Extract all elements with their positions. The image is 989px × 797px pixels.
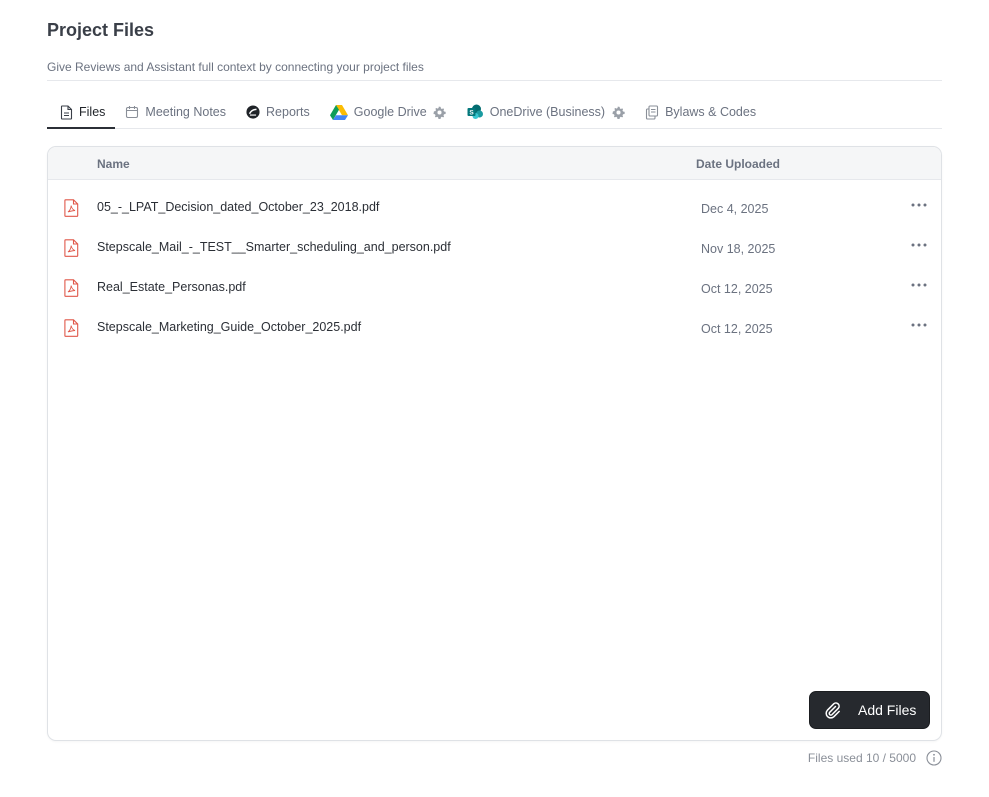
files-table: Name Date Uploaded 05_-_LPAT_Decision_da… bbox=[47, 146, 942, 741]
more-options-icon[interactable] bbox=[908, 277, 930, 293]
tab-reports[interactable]: Reports bbox=[236, 96, 320, 128]
table-row[interactable]: Real_Estate_Personas.pdf Oct 12, 2025 bbox=[48, 267, 941, 307]
tab-bylaws-codes[interactable]: Bylaws & Codes bbox=[635, 96, 766, 128]
tab-label: OneDrive (Business) bbox=[489, 105, 606, 119]
tab-label: Reports bbox=[266, 105, 310, 119]
add-files-button[interactable]: Add Files bbox=[809, 691, 930, 729]
column-header-date-uploaded[interactable]: Date Uploaded bbox=[696, 157, 780, 171]
paperclip-icon bbox=[823, 700, 843, 720]
pdf-icon bbox=[64, 319, 79, 337]
more-options-icon[interactable] bbox=[908, 237, 930, 253]
file-date: Oct 12, 2025 bbox=[701, 322, 773, 336]
usage-footer: Files used 10 / 5000 bbox=[700, 749, 942, 767]
tab-files[interactable]: Files bbox=[47, 96, 116, 129]
file-name[interactable]: Stepscale_Marketing_Guide_October_2025.p… bbox=[97, 320, 361, 334]
reports-icon bbox=[246, 105, 260, 119]
pdf-icon bbox=[64, 279, 79, 297]
tab-onedrive-business[interactable]: S OneDrive (Business) bbox=[457, 96, 635, 128]
tab-label: Bylaws & Codes bbox=[665, 105, 757, 119]
files-used-text: Files used 10 / 5000 bbox=[807, 751, 916, 765]
tab-label: Meeting Notes bbox=[145, 105, 227, 119]
add-files-label: Add Files bbox=[858, 702, 917, 718]
table-row[interactable]: Stepscale_Marketing_Guide_October_2025.p… bbox=[48, 307, 941, 347]
page-title: Project Files bbox=[47, 20, 155, 40]
pdf-icon bbox=[64, 199, 79, 217]
file-name[interactable]: Stepscale_Mail_-_TEST__Smarter_schedulin… bbox=[97, 240, 451, 254]
table-row[interactable]: Stepscale_Mail_-_TEST__Smarter_schedulin… bbox=[48, 227, 941, 267]
tab-bar: Files Meeting Notes Reports Google Drive… bbox=[47, 96, 942, 129]
header-divider bbox=[47, 80, 942, 81]
file-date: Dec 4, 2025 bbox=[701, 202, 769, 216]
page-subtitle: Give Reviews and Assistant full context … bbox=[47, 60, 424, 74]
page-header: Project Files Give Reviews and Assistant… bbox=[47, 18, 942, 75]
svg-text:S: S bbox=[469, 110, 474, 117]
table-row[interactable]: 05_-_LPAT_Decision_dated_October_23_2018… bbox=[48, 187, 941, 227]
file-date: Nov 18, 2025 bbox=[701, 242, 776, 256]
column-header-name[interactable]: Name bbox=[97, 157, 130, 171]
pdf-icon bbox=[64, 239, 79, 257]
more-options-icon[interactable] bbox=[908, 317, 930, 333]
file-name[interactable]: Real_Estate_Personas.pdf bbox=[97, 280, 246, 294]
tab-google-drive[interactable]: Google Drive bbox=[320, 96, 457, 128]
tab-meeting-notes[interactable]: Meeting Notes bbox=[115, 96, 236, 128]
tab-label: Files bbox=[79, 105, 106, 119]
copy-icon bbox=[645, 104, 659, 120]
google-drive-icon bbox=[329, 105, 348, 120]
table-header: Name Date Uploaded bbox=[48, 147, 941, 180]
google-drive-settings-gear-icon[interactable] bbox=[433, 105, 447, 119]
file-date: Oct 12, 2025 bbox=[701, 282, 773, 296]
file-name[interactable]: 05_-_LPAT_Decision_dated_October_23_2018… bbox=[97, 200, 379, 214]
tab-label: Google Drive bbox=[353, 105, 427, 119]
more-options-icon[interactable] bbox=[908, 197, 930, 213]
file-icon bbox=[59, 104, 73, 120]
sharepoint-icon: S bbox=[467, 104, 484, 119]
calendar-icon bbox=[125, 105, 139, 119]
info-icon[interactable] bbox=[926, 750, 942, 766]
onedrive-settings-gear-icon[interactable] bbox=[611, 105, 625, 119]
